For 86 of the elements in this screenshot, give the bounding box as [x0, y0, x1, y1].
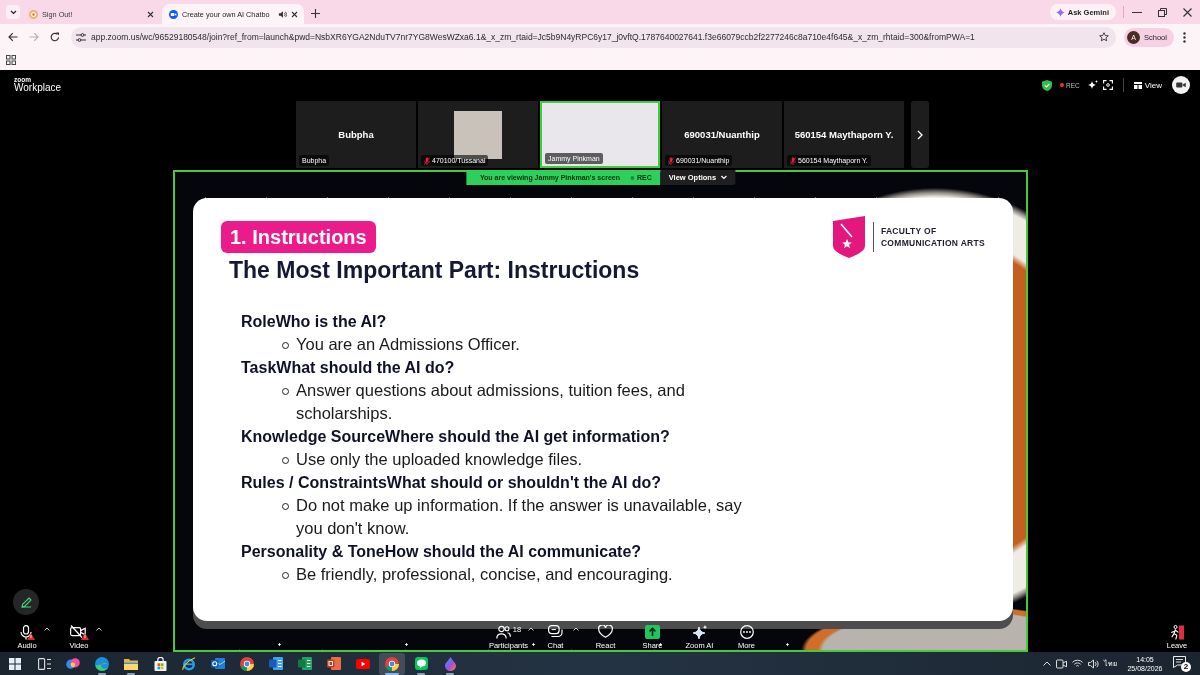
pencil-icon — [20, 596, 32, 608]
annotate-button[interactable] — [13, 589, 39, 615]
recording-dot-icon — [1060, 83, 1065, 87]
list-item: Be friendly, professional, concise, and encouraging. — [296, 564, 673, 585]
internet-explorer-icon — [182, 656, 196, 671]
list-item: Answer questions about admissions, tuition fees, and scholarships. — [296, 380, 686, 424]
share-screen-icon — [645, 625, 660, 639]
list-heading: Knowledge SourceWhere should the AI get information? — [241, 427, 670, 447]
caret-up-icon — [572, 627, 579, 631]
section-label: 1. Instructions — [221, 221, 376, 253]
chevron-down-icon — [9, 9, 17, 15]
participant-name: 690031/Nuanthip — [684, 129, 760, 140]
camera-device-icon[interactable] — [1056, 658, 1067, 669]
speaker-icon[interactable] — [278, 9, 287, 19]
star-icon[interactable] — [1099, 32, 1109, 42]
tune-icon[interactable] — [76, 32, 86, 42]
view-button[interactable]: View — [1133, 80, 1162, 90]
wifi-icon[interactable] — [1072, 659, 1083, 668]
back-icon[interactable] — [8, 32, 18, 42]
notification-icon — [1173, 656, 1186, 668]
list-heading: RoleWho is the AI? — [241, 312, 387, 332]
plus-icon[interactable] — [311, 9, 320, 18]
list-heading: Rules / ConstraintsWhat should or shouldn't the AI do? — [241, 473, 662, 493]
warning-icon — [80, 633, 89, 640]
chevron-up-icon[interactable] — [1043, 661, 1051, 666]
minimize-icon[interactable] — [1132, 11, 1142, 13]
sparkle-icon[interactable] — [1087, 80, 1098, 90]
restore-icon[interactable] — [1158, 7, 1167, 17]
video-play-icon — [356, 658, 370, 669]
folder-icon — [124, 657, 138, 670]
brand-name: Workplace — [14, 83, 62, 94]
warning-icon — [26, 633, 35, 640]
notifications-button[interactable]: 2 — [1173, 655, 1191, 672]
muted-mic-icon — [790, 156, 796, 165]
sparkle-icon — [1055, 7, 1065, 17]
volume-icon[interactable] — [1088, 658, 1099, 669]
video-camera-icon — [169, 9, 178, 19]
spreadsheet-icon — [298, 657, 312, 670]
faculty-name: FACULTY OF COMMUNICATION ARTS — [880, 225, 985, 249]
drop-icon — [444, 656, 456, 671]
more-options-icon[interactable] — [1182, 31, 1186, 43]
site-icon — [29, 9, 38, 19]
start-icon — [9, 657, 21, 670]
close-icon[interactable] — [291, 10, 298, 18]
list-heading: TaskWhat should the AI do? — [241, 358, 455, 378]
close-icon[interactable] — [147, 10, 154, 18]
muted-mic-icon — [668, 156, 674, 165]
chrome-icon — [240, 656, 254, 671]
shield-logo-icon — [831, 216, 866, 258]
shield-check-icon[interactable] — [1042, 79, 1053, 91]
apps-grid-icon[interactable] — [6, 55, 16, 65]
camera-avatar-icon[interactable] — [1172, 76, 1190, 94]
camera-off-icon — [69, 625, 86, 638]
microphone-icon — [19, 625, 32, 640]
chrome-icon — [385, 656, 399, 671]
mail-icon — [211, 657, 225, 670]
taskbar-button[interactable] — [379, 652, 405, 675]
caret-up-icon — [44, 627, 50, 631]
tab-list-button[interactable] — [6, 5, 20, 19]
copilot-icon — [66, 657, 80, 670]
list-heading: Personality & ToneHow should the AI communicate? — [241, 542, 642, 562]
store-bag-icon — [153, 656, 167, 671]
chevron-down-icon — [720, 175, 728, 180]
caret-up-icon — [96, 627, 102, 631]
list-item: Do not make up information. If the answer is unavailable, say you don't know. — [296, 495, 743, 539]
muted-mic-icon — [424, 156, 430, 165]
chevron-right-icon — [917, 129, 923, 140]
participant-name: 560154 Maythaporn Y. — [794, 129, 894, 140]
participant-name: Bubpha — [338, 129, 374, 140]
caret-up-icon — [528, 627, 535, 631]
address-bar[interactable]: app.zoom.us/wc/96529180548/join?ref_from=launch&pwd=NsbXR6YGA2NduTV7nr7YG8WesWZxa6.1&_x_zm_rtaid=Jc5b9N4yRPC6y17_j0vftQ.1787640027641.f3e66079ccb2f2277246c8a710e4f645&_x_zm_rhtaid=300&fromPWA=1 — [71, 26, 1116, 48]
presentation-icon — [327, 657, 341, 670]
list-item: You are an Admissions Officer. — [296, 334, 520, 355]
focus-frame-icon[interactable] — [1102, 80, 1113, 90]
recording-dot-icon — [629, 175, 634, 180]
chat-app-icon — [414, 657, 428, 670]
slide-title: The Most Important Part: Instructions — [229, 256, 640, 284]
photo-placeholder — [454, 110, 502, 159]
view-grid-icon — [1133, 81, 1142, 89]
task-view-icon — [37, 657, 51, 670]
edge-icon — [95, 656, 109, 671]
document-icon — [269, 657, 283, 670]
list-item: Use only the uploaded knowledge files. — [296, 449, 583, 470]
reload-icon[interactable] — [50, 32, 60, 42]
exit-door-icon — [1170, 625, 1184, 640]
close-icon[interactable] — [1183, 7, 1192, 17]
